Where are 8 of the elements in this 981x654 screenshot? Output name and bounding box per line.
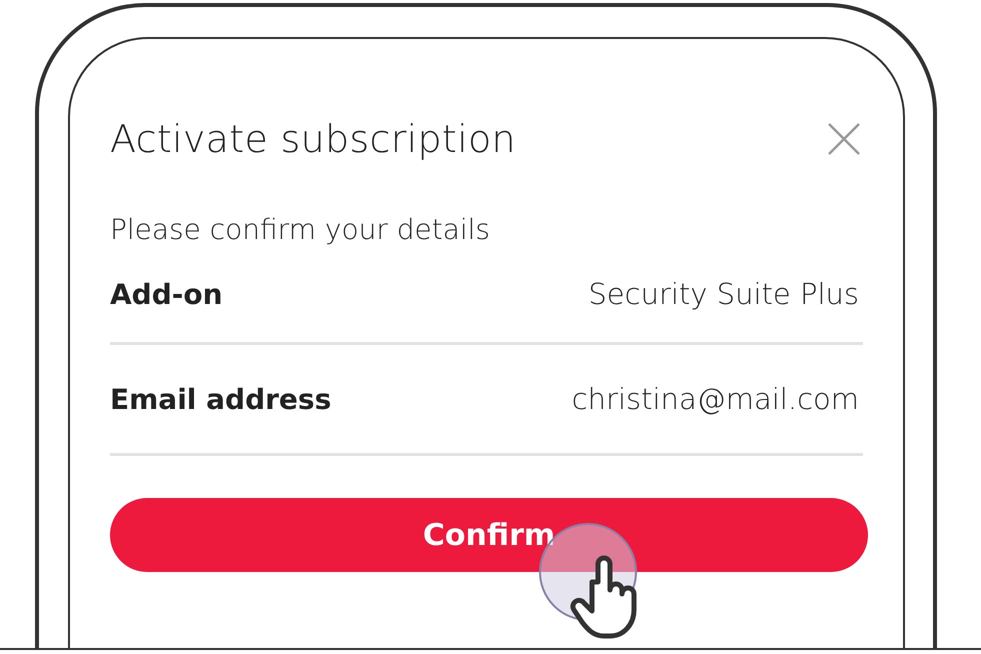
confirm-button[interactable]: Confirm xyxy=(110,498,868,572)
detail-value: christina@mail.com xyxy=(572,382,859,416)
detail-label: Email address xyxy=(110,382,332,416)
detail-value: Security Suite Plus xyxy=(588,277,859,311)
detail-label: Add-on xyxy=(110,278,223,310)
dialog-title: Activate subscription xyxy=(110,117,516,161)
dialog-subtitle: Please confirm your details xyxy=(110,213,492,246)
close-icon[interactable] xyxy=(827,122,861,156)
